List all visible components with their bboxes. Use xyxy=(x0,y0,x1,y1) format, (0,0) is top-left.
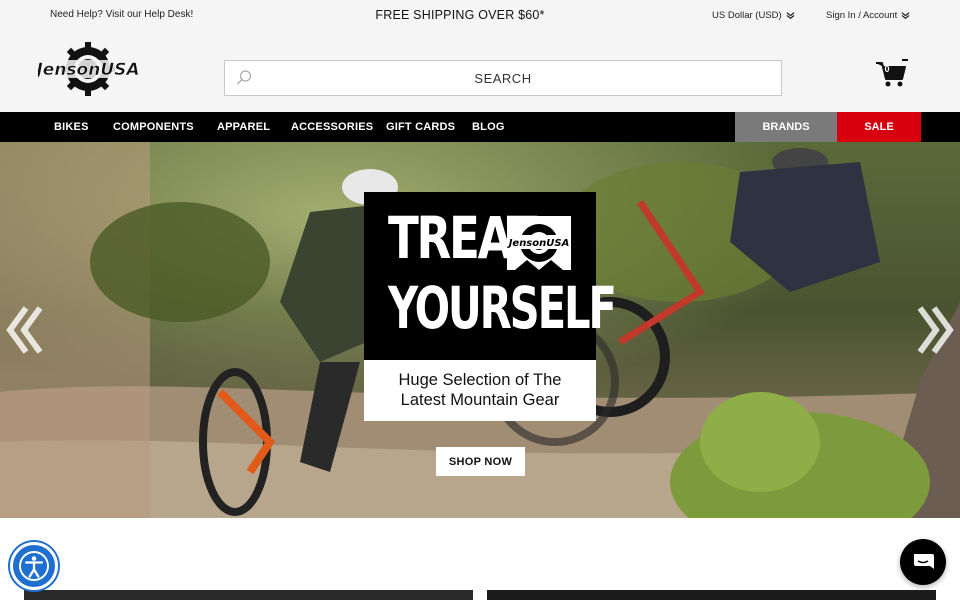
badge-text: JensonUSA xyxy=(507,238,569,249)
promo-headline-line2: YOURSELF xyxy=(388,274,617,342)
content-area xyxy=(0,518,960,600)
utility-bar: Need Help? Visit our Help Desk! FREE SHI… xyxy=(0,0,960,33)
chat-icon[interactable] xyxy=(900,539,946,585)
nav-item-accessories[interactable]: ACCESSORIES xyxy=(291,112,373,142)
chevron-down-icon xyxy=(901,12,910,19)
nav-item-components[interactable]: COMPONENTS xyxy=(113,112,194,142)
currency-label: US Dollar (USD) xyxy=(712,10,782,21)
nav-item-blog[interactable]: BLOG xyxy=(472,112,505,142)
search-icon[interactable] xyxy=(235,69,253,87)
nav-item-apparel[interactable]: APPAREL xyxy=(217,112,270,142)
promo-subtext-panel: Huge Selection of The Latest Mountain Ge… xyxy=(364,360,596,421)
nav-item-brands[interactable]: BRANDS xyxy=(735,112,837,142)
chevron-right-double-icon[interactable] xyxy=(916,302,956,358)
search-bar[interactable] xyxy=(224,60,782,96)
nav-item-sale[interactable]: SALE xyxy=(837,112,921,142)
jensonusa-badge: JensonUSA xyxy=(507,216,571,270)
hero-carousel[interactable]: TREAT YOURSELF JensonUSA Huge Selection … xyxy=(0,142,960,518)
account-menu[interactable]: Sign In / Account xyxy=(826,10,910,21)
logo-text: JensonUSA xyxy=(38,60,138,80)
promo-subtext: Huge Selection of The Latest Mountain Ge… xyxy=(398,371,562,409)
currency-selector[interactable]: US Dollar (USD) xyxy=(712,10,795,21)
shop-now-button[interactable]: SHOP NOW xyxy=(436,447,525,476)
accessibility-icon[interactable] xyxy=(10,542,58,590)
nav-item-gift-cards[interactable]: GIFT CARDS xyxy=(386,112,455,142)
cart-count: 0 xyxy=(884,64,890,74)
chevron-down-icon xyxy=(786,12,795,19)
search-input[interactable] xyxy=(225,61,781,95)
jensonusa-logo[interactable]: JensonUSA xyxy=(38,41,138,97)
category-tile[interactable] xyxy=(24,590,473,600)
nav-item-bikes[interactable]: BIKES xyxy=(54,112,89,142)
category-tile[interactable] xyxy=(487,590,936,600)
chevron-left-double-icon[interactable] xyxy=(4,302,44,358)
main-nav: BIKES COMPONENTS APPAREL ACCESSORIES GIF… xyxy=(0,112,960,142)
account-label: Sign In / Account xyxy=(826,10,898,21)
site-header: JensonUSA 0 xyxy=(0,33,960,112)
